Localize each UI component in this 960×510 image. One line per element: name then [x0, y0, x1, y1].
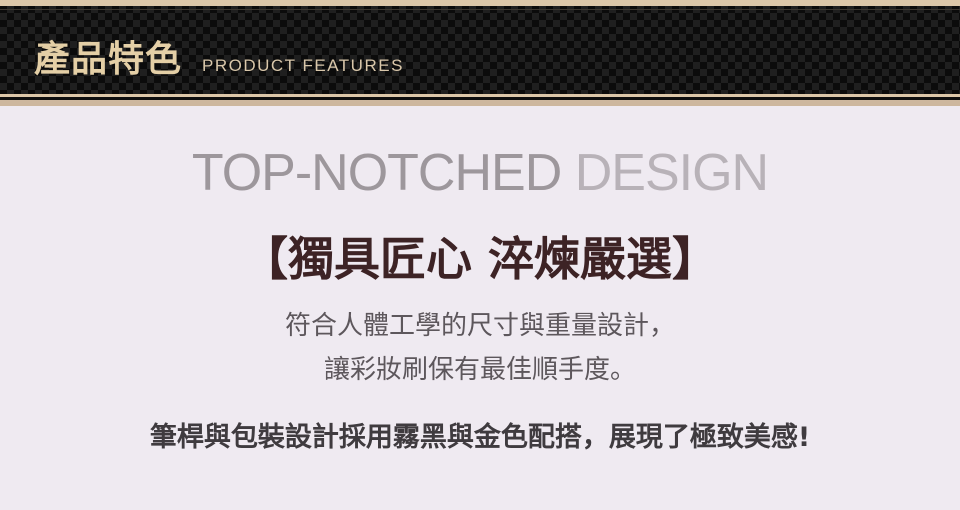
banner-divider — [0, 9, 960, 10]
section-title-en: PRODUCT FEATURES — [202, 56, 404, 75]
description-line-2: 讓彩妝刷保有最佳順手度。 — [323, 355, 636, 385]
headline-design: DESIGN — [574, 144, 769, 202]
section-heading: 產品特色 PRODUCT FEATURES — [34, 30, 404, 80]
design-headline: TOP-NOTCHED DESIGN — [0, 142, 960, 204]
header-banner: 產品特色 PRODUCT FEATURES — [0, 0, 960, 112]
feature-subtitle: 【獨具匠心 淬煉嚴選】 — [241, 232, 718, 286]
description-line-1: 符合人體工學的尺寸與重量設計， — [284, 311, 675, 341]
feature-statement: 筆桿與包裝設計採用霧黑與金色配搭，展現了極致美感! — [149, 422, 811, 453]
section-title-zh: 產品特色 — [34, 39, 183, 80]
headline-top-notched: TOP-NOTCHED — [191, 144, 562, 202]
